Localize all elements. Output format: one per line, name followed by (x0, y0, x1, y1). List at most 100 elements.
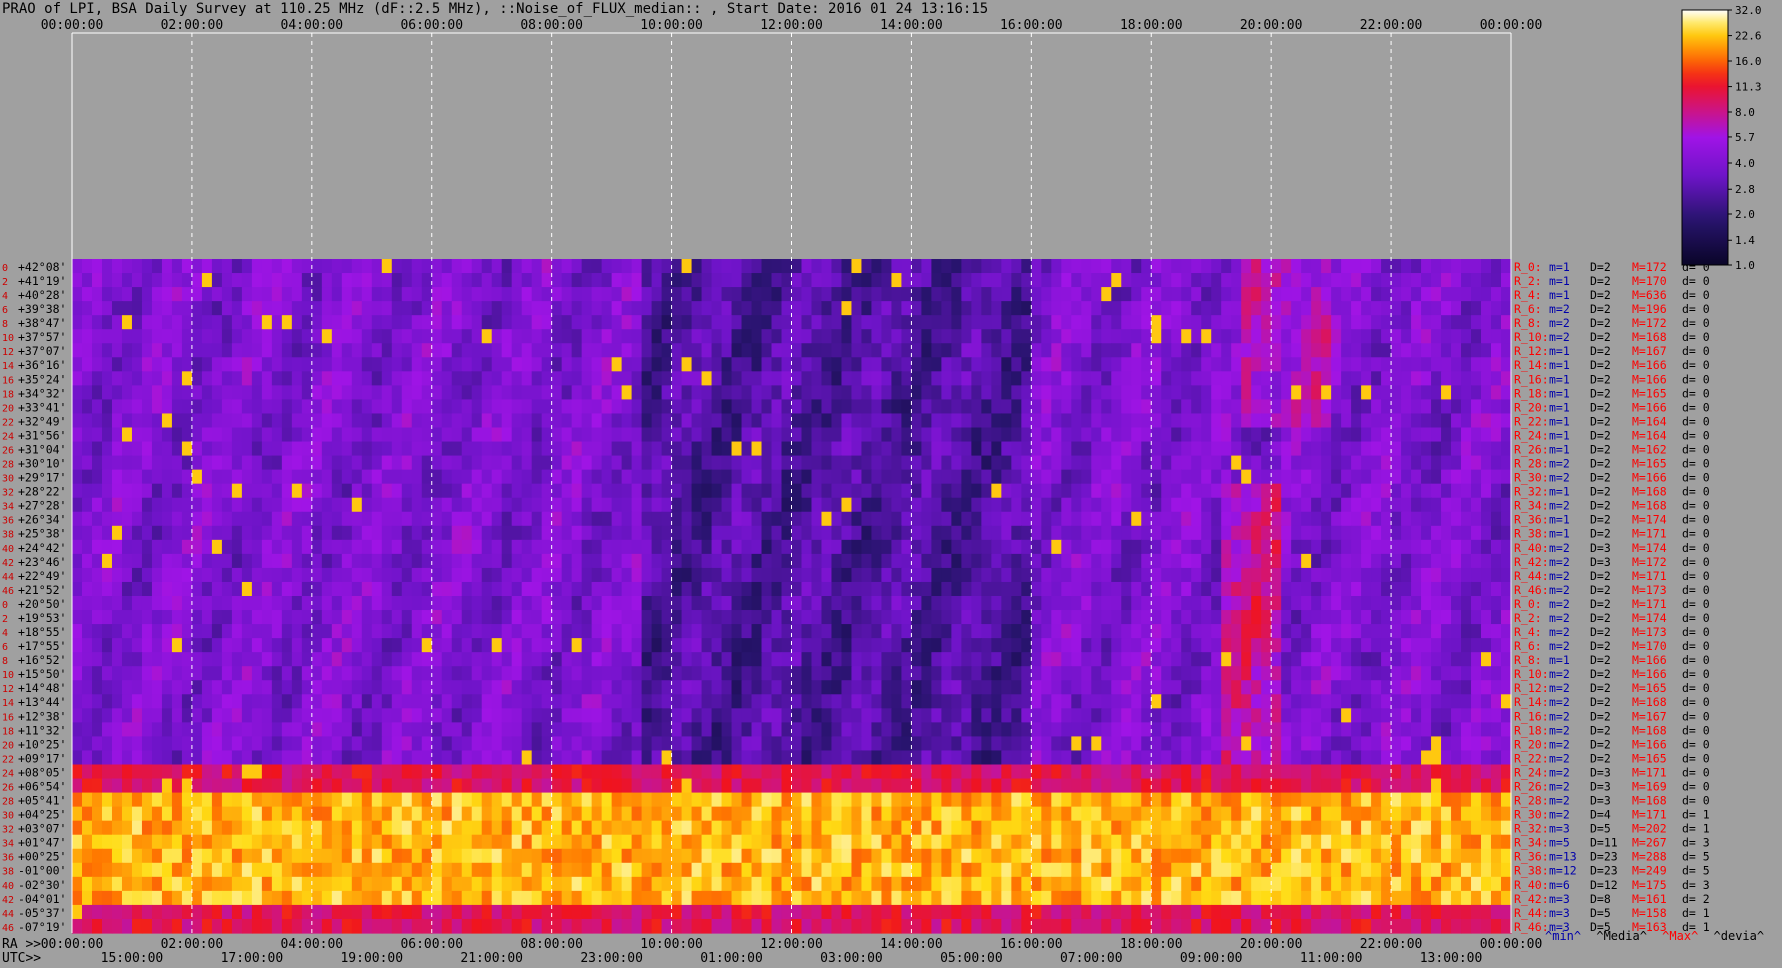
heatmap-cell (871, 722, 883, 738)
heatmap-cell (1501, 329, 1512, 344)
heatmap-cell (1111, 694, 1122, 709)
heatmap-cell (921, 553, 932, 569)
heatmap-cell (611, 497, 623, 513)
heatmap-cell (1231, 624, 1242, 639)
heatmap-cell (351, 624, 363, 639)
heatmap-cell (731, 343, 743, 358)
heatmap-cell (701, 596, 713, 611)
heatmap-cell (1401, 343, 1412, 358)
heatmap-cell (911, 511, 923, 527)
heatmap-cell (1481, 708, 1492, 723)
heatmap-cell (461, 329, 473, 344)
heatmap-cell (351, 596, 363, 611)
heatmap-cell (1201, 301, 1212, 316)
heatmap-cell (141, 455, 153, 471)
heatmap-cell (1231, 722, 1242, 738)
heatmap-cell (381, 273, 393, 288)
heatmap-cell (541, 259, 553, 274)
heatmap-cell (881, 259, 893, 274)
heatmap-cell (741, 259, 753, 274)
heatmap-cell (561, 525, 573, 541)
heatmap-cell (1161, 708, 1172, 723)
heatmap-cell (441, 273, 453, 288)
heatmap-cell (1391, 497, 1402, 513)
heatmap-cell (681, 343, 693, 358)
heatmap-cell (72, 259, 83, 274)
heatmap-cell (1371, 652, 1382, 667)
heatmap-cell (1001, 638, 1012, 653)
heatmap-cell (511, 259, 523, 274)
heatmap-cell (1291, 287, 1302, 302)
heatmap-cell (931, 539, 942, 555)
heatmap-cell (1141, 511, 1152, 527)
heatmap-cell (1411, 287, 1422, 302)
heatmap-cell (1401, 652, 1412, 667)
heatmap-cell (491, 722, 503, 738)
heatmap-cell (411, 666, 423, 681)
heatmap-cell (951, 357, 962, 372)
heatmap-cell (721, 371, 733, 386)
heatmap-cell (181, 708, 193, 723)
heatmap-cell (1501, 399, 1512, 415)
heatmap-cell (731, 497, 743, 513)
heatmap-cell (281, 315, 293, 330)
heatmap-cell (941, 315, 952, 330)
heatmap-cell (1131, 371, 1142, 386)
heatmap-cell (961, 511, 972, 527)
heatmap-cell (1401, 469, 1412, 485)
heatmap-cell (1491, 581, 1502, 597)
heatmap-cell (521, 315, 533, 330)
heatmap-cell (1091, 343, 1102, 358)
heatmap-cell (511, 708, 523, 723)
heatmap-cell (601, 525, 613, 541)
heatmap-cell (311, 301, 323, 316)
heatmap-cell (151, 708, 163, 723)
heatmap-cell (671, 371, 683, 386)
heatmap-cell (951, 708, 962, 723)
heatmap-cell (1051, 371, 1062, 386)
heatmap-cell (871, 287, 883, 302)
heatmap-cell (1021, 301, 1032, 316)
heatmap-cell (1391, 343, 1402, 358)
heatmap-cell (1361, 694, 1372, 709)
heatmap-cell (1221, 694, 1232, 709)
heatmap-cell (1131, 385, 1142, 401)
heatmap-cell (731, 680, 743, 695)
heatmap-cell (1081, 610, 1092, 625)
heatmap-cell (211, 511, 223, 527)
heatmap-cell (351, 357, 363, 372)
heatmap-cell (1081, 469, 1092, 485)
heatmap-cell (161, 694, 173, 709)
heatmap-cell (621, 259, 633, 274)
heatmap-cell (761, 567, 773, 583)
heatmap-cell (401, 385, 413, 401)
heatmap-cell (381, 736, 393, 752)
heatmap-cell (1011, 385, 1022, 401)
heatmap-cell (711, 539, 723, 555)
heatmap-cell (161, 610, 173, 625)
heatmap-cell (1441, 553, 1452, 569)
heatmap-cell (581, 539, 593, 555)
heatmap-cell (81, 315, 93, 330)
heatmap-cell (751, 553, 763, 569)
heatmap-cell (1171, 680, 1182, 695)
heatmap-cell (1091, 525, 1102, 541)
heatmap-cell (371, 441, 383, 457)
heatmap-cell (1081, 357, 1092, 372)
heatmap-cell (901, 441, 913, 457)
heatmap-cell (381, 371, 393, 386)
heatmap-cell (1451, 357, 1462, 372)
heatmap-cell (231, 497, 243, 513)
heatmap-cell (771, 624, 783, 639)
heatmap-cell (1261, 680, 1272, 695)
heatmap-cell (1431, 497, 1442, 513)
heatmap-cell (171, 413, 183, 429)
heatmap-cell (981, 385, 992, 401)
heatmap-cell (1091, 539, 1102, 555)
heatmap-cell (911, 315, 923, 330)
heatmap-cell (881, 329, 893, 344)
heatmap-cell (841, 371, 853, 386)
heatmap-cell (1111, 511, 1122, 527)
heatmap-cell (1281, 329, 1292, 344)
heatmap-cell (1481, 259, 1492, 274)
